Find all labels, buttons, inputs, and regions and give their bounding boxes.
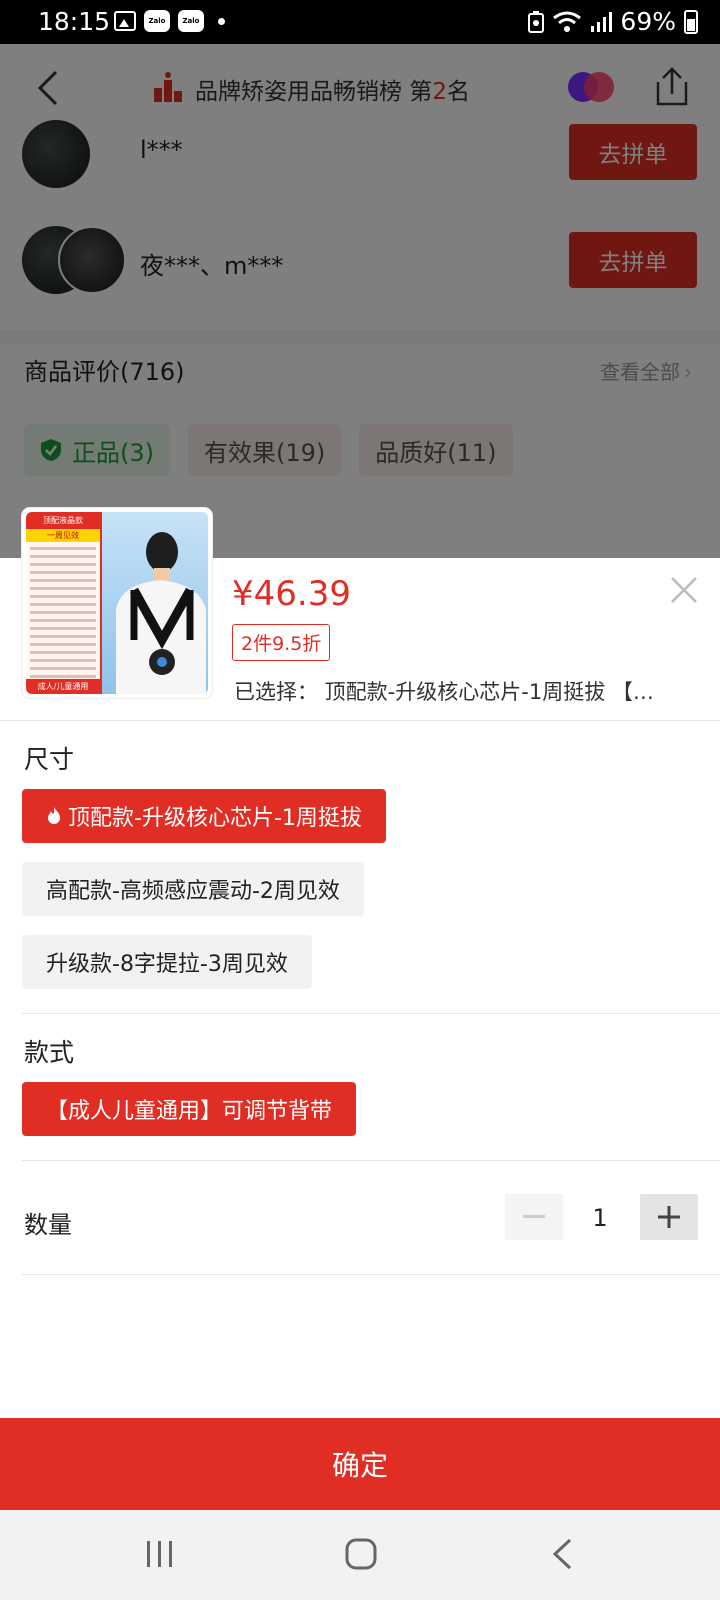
product-image-line bbox=[30, 595, 96, 598]
battery-percent: 69% bbox=[620, 7, 676, 36]
product-image-line bbox=[30, 587, 96, 590]
quantity-decrease-button[interactable] bbox=[505, 1194, 563, 1240]
style-option-universal[interactable]: 【成人儿童通用】可调节背带 bbox=[22, 1082, 357, 1136]
quantity-value[interactable]: 1 bbox=[580, 1204, 620, 1232]
product-thumbnail[interactable]: 顶配液晶款 一周见效 成人/儿童通用 bbox=[22, 508, 212, 698]
selected-sku-summary: 已选择： 顶配款-升级核心芯片-1周挺拔 【… bbox=[234, 680, 654, 704]
confirm-button[interactable]: 确定 bbox=[0, 1418, 720, 1510]
quantity-increase-button[interactable] bbox=[640, 1194, 698, 1240]
size-option-high[interactable]: 高配款-高频感应震动-2周见效 bbox=[22, 862, 364, 916]
product-image-sub: 一周见效 bbox=[26, 529, 100, 542]
wifi-icon bbox=[553, 11, 582, 32]
product-image-line bbox=[30, 603, 96, 606]
product-image-line bbox=[30, 659, 96, 662]
product-image-line bbox=[30, 563, 96, 566]
product-image-line bbox=[30, 547, 96, 550]
product-image-line bbox=[30, 667, 96, 670]
size-option-top[interactable]: 顶配款-升级核心芯片-1周挺拔 bbox=[22, 789, 386, 843]
posture-corrector-person-illustration bbox=[116, 532, 206, 694]
fire-icon bbox=[48, 807, 60, 824]
minus-icon bbox=[523, 1215, 545, 1218]
size-option-label: 顶配款-升级核心芯片-1周挺拔 bbox=[68, 806, 362, 831]
dim-overlay[interactable] bbox=[0, 44, 720, 558]
plus-icon bbox=[658, 1206, 680, 1228]
status-right: 69% bbox=[528, 7, 698, 36]
divider bbox=[22, 1274, 720, 1275]
style-section-label: 款式 bbox=[24, 1038, 75, 1067]
nav-back-icon[interactable] bbox=[550, 1538, 574, 1570]
zalo-icon: Zalo bbox=[178, 10, 204, 32]
more-notifications-dot-icon bbox=[218, 17, 225, 25]
image-icon bbox=[114, 11, 136, 31]
battery-saver-icon bbox=[528, 10, 545, 33]
size-section-label: 尺寸 bbox=[24, 745, 75, 774]
system-nav-bar bbox=[0, 1510, 720, 1600]
divider bbox=[22, 1013, 720, 1014]
battery-icon bbox=[684, 9, 698, 34]
recent-apps-icon[interactable] bbox=[145, 1540, 175, 1568]
home-icon[interactable] bbox=[345, 1538, 377, 1570]
product-image-line bbox=[30, 571, 96, 574]
zalo-icon: Zalo bbox=[144, 10, 170, 32]
size-option-upgrade[interactable]: 升级款-8字提拉-3周见效 bbox=[22, 935, 312, 989]
product-image-line bbox=[30, 643, 96, 646]
product-image-head: 顶配液晶款 bbox=[26, 512, 100, 529]
product-image-line bbox=[30, 635, 96, 638]
product-image: 顶配液晶款 一周见效 成人/儿童通用 bbox=[26, 512, 208, 694]
product-image-line bbox=[30, 579, 96, 582]
status-time: 18:15 bbox=[38, 7, 111, 36]
signal-icon bbox=[591, 11, 613, 32]
product-image-line bbox=[30, 651, 96, 654]
status-bar: 18:15 Zalo Zalo 69% bbox=[0, 0, 720, 44]
product-image-line bbox=[30, 675, 96, 678]
product-image-line bbox=[30, 627, 96, 630]
divider bbox=[0, 720, 720, 721]
product-image-line bbox=[30, 555, 96, 558]
product-image-line bbox=[30, 619, 96, 622]
divider bbox=[22, 1160, 720, 1161]
product-price: ¥46.39 bbox=[232, 574, 351, 614]
product-image-line bbox=[30, 611, 96, 614]
discount-badge: 2件9.5折 bbox=[232, 624, 331, 661]
product-image-foot: 成人/儿童通用 bbox=[26, 679, 100, 694]
close-icon[interactable] bbox=[668, 574, 700, 606]
product-image-panel: 顶配液晶款 一周见效 成人/儿童通用 bbox=[26, 512, 102, 694]
quantity-label: 数量 bbox=[24, 1211, 72, 1239]
notification-icons: Zalo Zalo bbox=[114, 10, 225, 32]
